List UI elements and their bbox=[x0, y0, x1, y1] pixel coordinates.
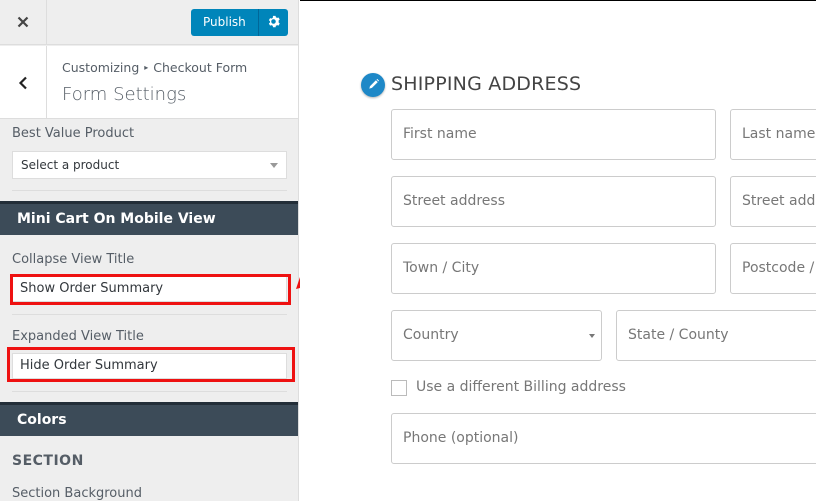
customizer-sidebar: Publish Customizing ▸ Checkout Form Form S… bbox=[0, 0, 299, 501]
publish-settings-button[interactable] bbox=[258, 9, 288, 36]
section-subheading: SECTION bbox=[12, 453, 84, 469]
publish-group: Publish bbox=[191, 9, 288, 36]
close-button[interactable] bbox=[0, 0, 47, 45]
dropdown-caret-icon bbox=[589, 334, 595, 338]
different-billing-checkbox[interactable] bbox=[391, 380, 407, 396]
first-name-input[interactable]: First name bbox=[391, 109, 716, 160]
country-select-value: Country bbox=[403, 327, 459, 343]
state-county-input[interactable]: State / County bbox=[616, 310, 816, 361]
phone-input[interactable]: Phone (optional) bbox=[391, 413, 816, 464]
shipping-address-heading: SHIPPING ADDRESS bbox=[391, 73, 582, 95]
collapse-view-title-label: Collapse View Title bbox=[12, 252, 135, 267]
best-value-product-label: Best Value Product bbox=[12, 126, 135, 141]
street-address-2-input[interactable]: Street addr bbox=[730, 176, 816, 227]
best-value-product-value: Select a product bbox=[21, 158, 120, 172]
panel-title-area: Customizing ▸ Checkout Form Form Settings bbox=[0, 46, 298, 119]
different-billing-label[interactable]: Use a different Billing address bbox=[416, 379, 626, 395]
street-address-input[interactable]: Street address bbox=[391, 176, 716, 227]
divider bbox=[12, 314, 287, 315]
divider bbox=[12, 190, 287, 191]
last-name-input[interactable]: Last name bbox=[730, 109, 816, 160]
gear-icon bbox=[267, 13, 280, 32]
breadcrumb-separator-icon: ▸ bbox=[144, 63, 149, 72]
expanded-view-title-label: Expanded View Title bbox=[12, 329, 144, 344]
back-button[interactable] bbox=[0, 46, 47, 119]
breadcrumb: Customizing ▸ Checkout Form bbox=[62, 60, 247, 75]
panel-title: Form Settings bbox=[62, 84, 187, 105]
customizer-header: Publish bbox=[0, 0, 298, 45]
close-icon bbox=[17, 13, 29, 33]
breadcrumb-current: Checkout Form bbox=[153, 60, 248, 75]
dropdown-caret-icon bbox=[270, 163, 278, 168]
colors-section-header[interactable]: Colors bbox=[0, 402, 298, 436]
publish-button[interactable]: Publish bbox=[191, 9, 259, 36]
section-background-label: Section Background bbox=[12, 486, 142, 501]
expanded-view-title-input[interactable]: Hide Order Summary bbox=[12, 353, 287, 379]
pencil-icon bbox=[367, 76, 380, 95]
collapse-view-title-input[interactable]: Show Order Summary bbox=[12, 276, 287, 302]
divider bbox=[12, 391, 287, 392]
country-select[interactable]: Country bbox=[391, 310, 602, 361]
breadcrumb-root: Customizing bbox=[62, 60, 140, 75]
town-city-input[interactable]: Town / City bbox=[391, 243, 716, 294]
postcode-input[interactable]: Postcode / Z bbox=[730, 243, 816, 294]
shipping-edit-button[interactable] bbox=[361, 73, 385, 97]
mini-cart-section-header[interactable]: Mini Cart On Mobile View bbox=[0, 201, 298, 235]
chevron-left-icon bbox=[18, 71, 28, 95]
best-value-product-select[interactable]: Select a product bbox=[12, 151, 287, 179]
